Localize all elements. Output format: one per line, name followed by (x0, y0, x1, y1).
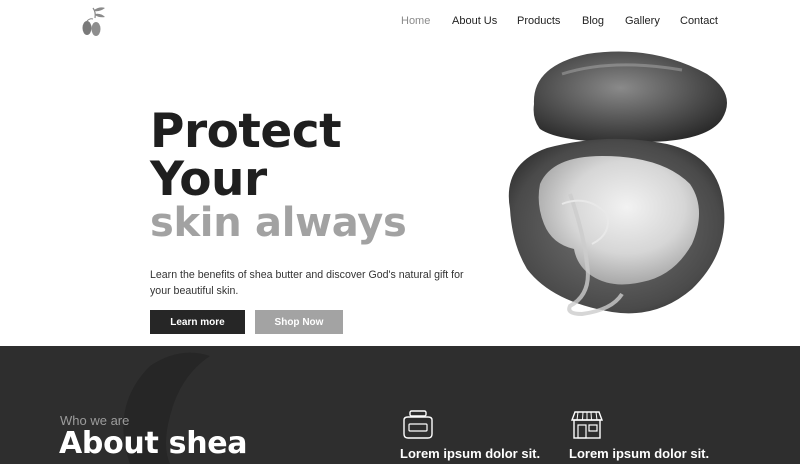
shop-now-button[interactable]: Shop Now (255, 310, 343, 334)
about-section: Who we are About shea Lorem ipsum dolor … (0, 346, 800, 464)
hero-title: Protect Your (150, 104, 342, 207)
storefront-icon (570, 411, 604, 439)
hero-description: Learn the benefits of shea butter and di… (150, 269, 464, 297)
nav-gallery[interactable]: Gallery (625, 15, 660, 27)
feature-text-1: Lorem ipsum dolor sit. (400, 446, 541, 461)
learn-more-button[interactable]: Learn more (150, 310, 245, 334)
shea-nut-photo (508, 51, 727, 317)
nav-home[interactable]: Home (401, 15, 430, 27)
nav-contact[interactable]: Contact (680, 15, 718, 27)
main-navigation: Home About Us Products Blog Gallery Cont… (0, 15, 800, 31)
hero-subtitle: skin always (150, 200, 407, 246)
feature-text-2: Lorem ipsum dolor sit. (569, 446, 710, 461)
hero-title-line2: Your (150, 152, 267, 207)
nav-products[interactable]: Products (517, 15, 560, 27)
cream-jar-icon (403, 410, 433, 439)
about-heading: About shea (59, 426, 248, 461)
hero-title-line1: Protect (150, 104, 342, 159)
nav-blog[interactable]: Blog (582, 15, 604, 27)
nav-about-us[interactable]: About Us (452, 15, 497, 27)
